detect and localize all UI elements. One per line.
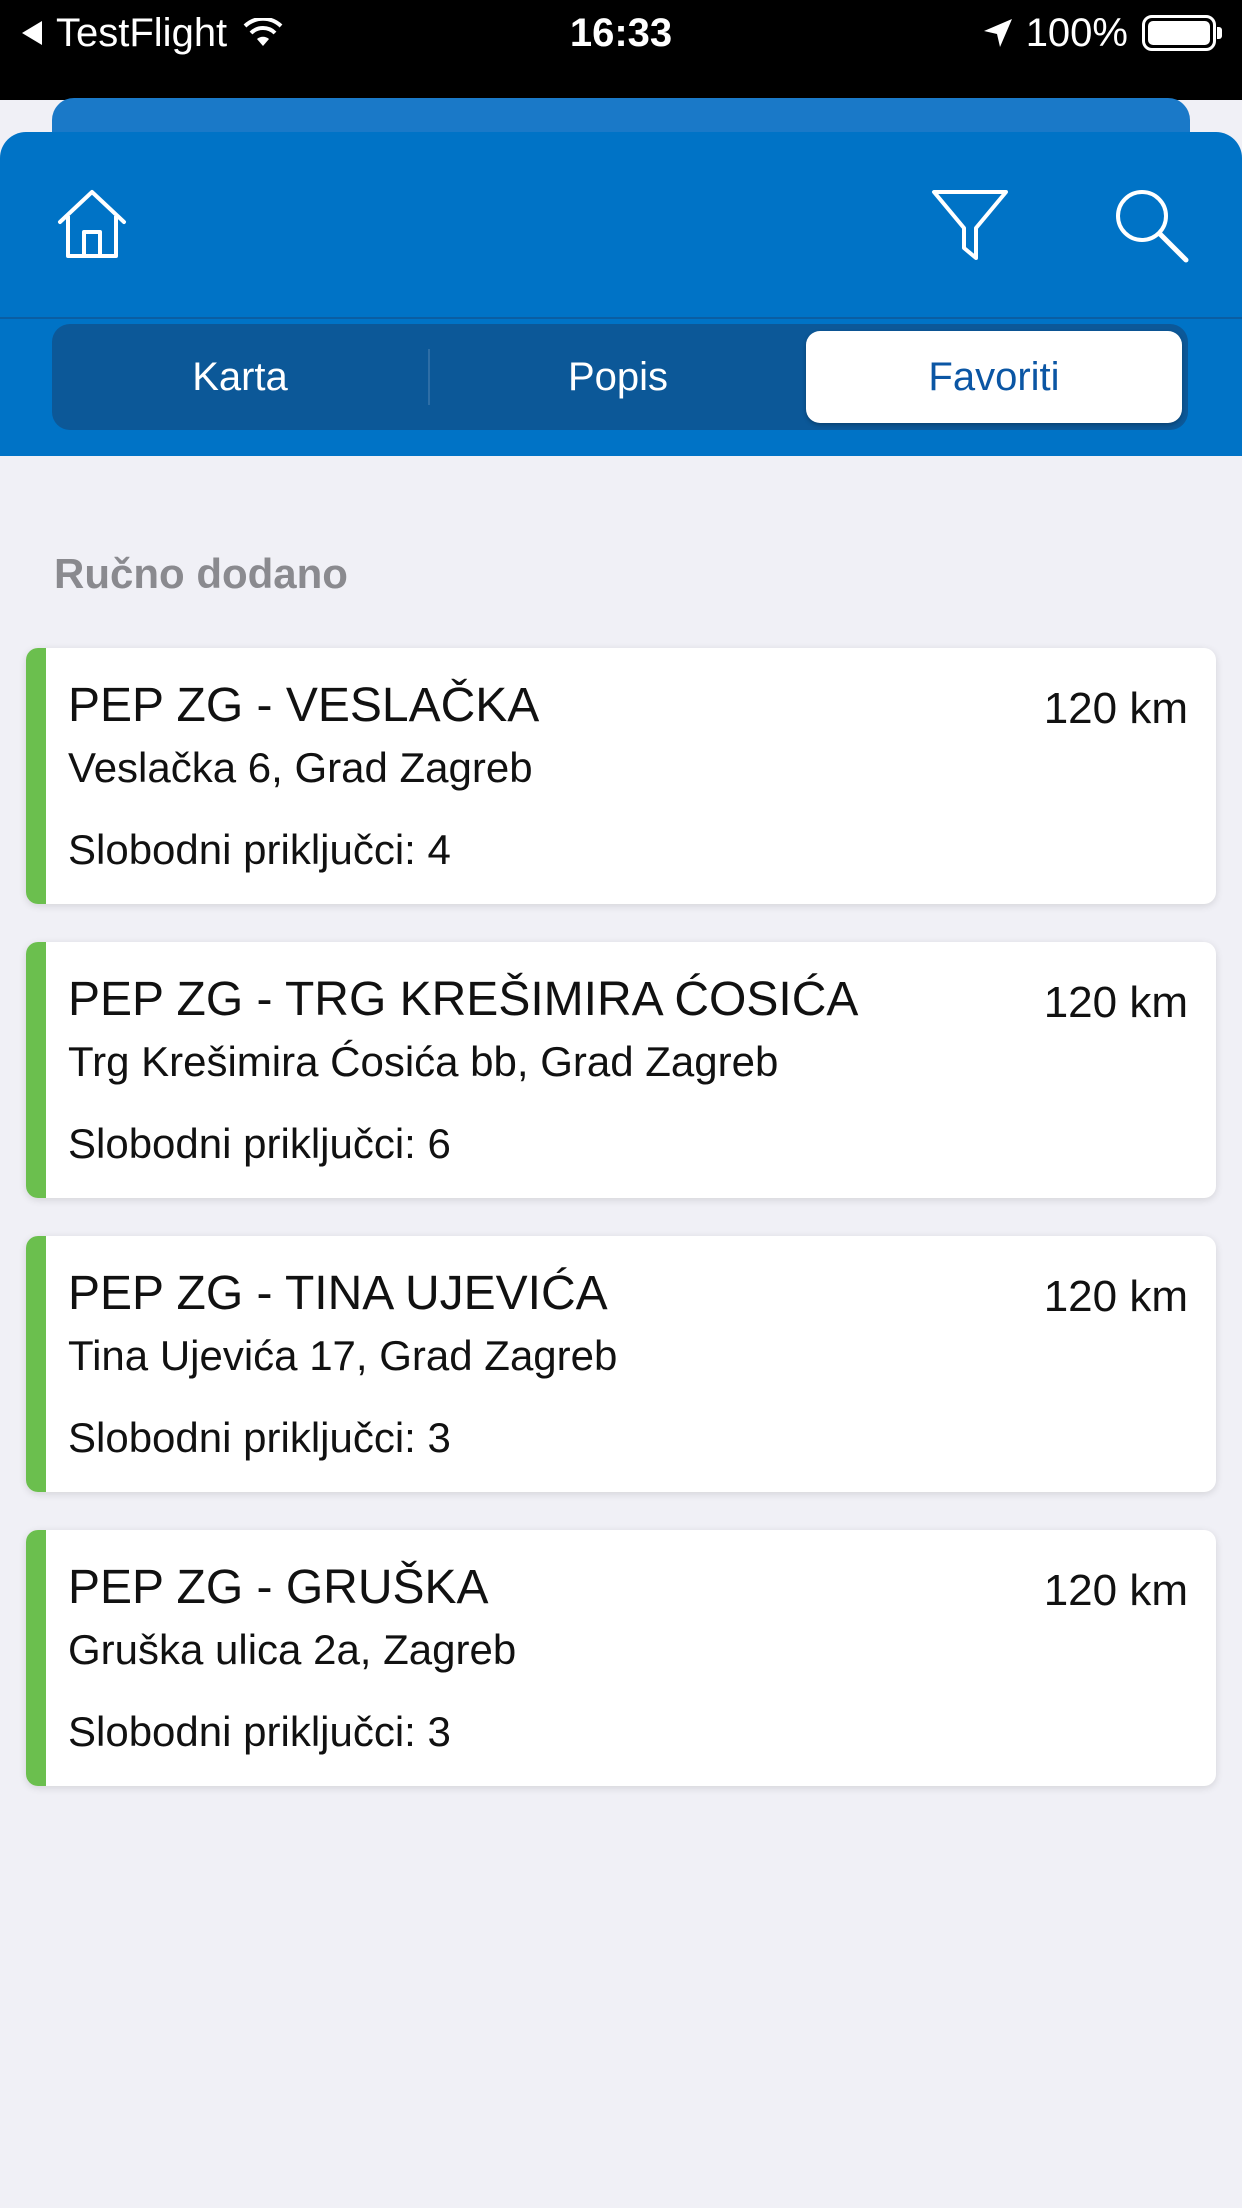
station-card[interactable]: PEP ZG - VESLAČKA 120 km Veslačka 6, Gra… [26, 648, 1216, 904]
battery-percent: 100% [1025, 10, 1128, 55]
station-distance: 120 km [1043, 684, 1188, 733]
home-icon[interactable] [50, 182, 134, 266]
station-free-connectors: Slobodni priključci: 4 [68, 826, 451, 873]
availability-indicator [26, 1530, 46, 1786]
station-address: Gruška ulica 2a, Zagreb [68, 1626, 517, 1673]
station-name: PEP ZG - GRUŠKA [68, 1561, 489, 1614]
availability-indicator [26, 1236, 46, 1492]
tab-karta[interactable]: Karta [52, 324, 428, 430]
header-divider [0, 317, 1242, 319]
station-distance: 120 km [1043, 1566, 1188, 1615]
station-free-connectors: Slobodni priključci: 6 [68, 1120, 451, 1167]
status-right: 100% [982, 8, 1222, 58]
app-header: Karta Popis Favoriti [0, 132, 1242, 456]
battery-icon [1142, 15, 1222, 51]
availability-indicator [26, 648, 46, 904]
station-name: PEP ZG - TINA UJEVIĆA [68, 1267, 608, 1320]
station-address: Veslačka 6, Grad Zagreb [68, 744, 533, 791]
station-distance: 120 km [1043, 978, 1188, 1027]
station-address: Tina Ujevića 17, Grad Zagreb [68, 1332, 618, 1379]
search-icon[interactable] [1108, 182, 1192, 266]
station-card[interactable]: PEP ZG - TRG KREŠIMIRA ĆOSIĆA 120 km Trg… [26, 942, 1216, 1198]
tab-popis[interactable]: Popis [430, 324, 806, 430]
status-bar: TestFlight 16:33 100% [0, 0, 1242, 100]
view-segmented-control: Karta Popis Favoriti [52, 324, 1188, 430]
filter-icon[interactable] [928, 182, 1012, 266]
station-distance: 120 km [1043, 1272, 1188, 1321]
availability-indicator [26, 942, 46, 1198]
station-free-connectors: Slobodni priključci: 3 [68, 1414, 451, 1461]
station-card[interactable]: PEP ZG - TINA UJEVIĆA 120 km Tina Ujević… [26, 1236, 1216, 1492]
station-name: PEP ZG - TRG KREŠIMIRA ĆOSIĆA [68, 973, 859, 1026]
location-arrow-icon [983, 19, 1012, 47]
station-card[interactable]: PEP ZG - GRUŠKA 120 km Gruška ulica 2a, … [26, 1530, 1216, 1786]
tab-favoriti[interactable]: Favoriti [806, 331, 1182, 423]
section-heading: Ručno dodano [54, 550, 348, 597]
station-free-connectors: Slobodni priključci: 3 [68, 1708, 451, 1755]
station-address: Trg Krešimira Ćosića bb, Grad Zagreb [68, 1038, 779, 1085]
station-name: PEP ZG - VESLAČKA [68, 679, 540, 732]
